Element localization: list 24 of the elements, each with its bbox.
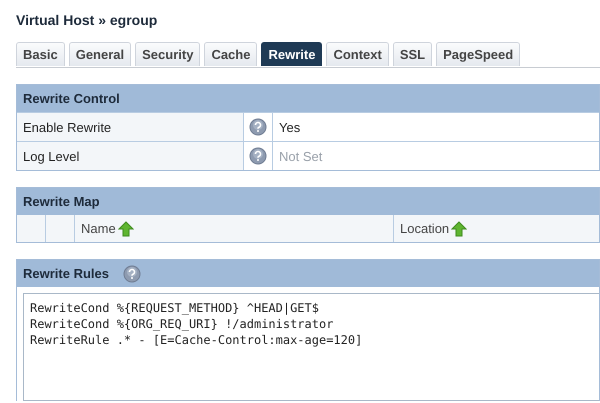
tab[interactable]: Basic — [16, 42, 65, 66]
field-value: Yes — [279, 120, 300, 134]
tab[interactable]: General — [68, 42, 132, 66]
page-title: Virtual Host » egroup — [16, 12, 158, 28]
section-title: Rewrite Control — [23, 91, 120, 106]
tab[interactable]: Context — [326, 42, 389, 66]
tab[interactable]: Cache — [204, 42, 258, 66]
help-icon[interactable] — [249, 118, 267, 136]
rules-text-area[interactable]: RewriteCond %{REQUEST_METHOD} ^HEAD|GET$ RewriteCond %{ORG_REQ_URI} !/administrator RewriteRule .* - [E=Cache-Control:max-age=120] — [23, 293, 599, 401]
tab[interactable]: PageSpeed — [436, 42, 520, 66]
help-icon[interactable] — [249, 147, 267, 165]
section-title: Rewrite Map — [23, 194, 100, 209]
field-value: Not Set — [279, 148, 322, 164]
section-title: Rewrite Rules — [23, 266, 109, 281]
column-header[interactable]: Name — [81, 221, 116, 236]
column-header[interactable]: Location — [400, 221, 450, 236]
field-label: Enable Rewrite — [23, 120, 112, 134]
tab[interactable]: Rewrite — [261, 42, 322, 66]
sort-up-icon[interactable] — [451, 220, 468, 236]
tab[interactable]: SSL — [392, 42, 432, 66]
field-label: Log Level — [23, 148, 80, 164]
help-icon[interactable] — [122, 264, 141, 282]
tab[interactable]: Security — [135, 42, 200, 66]
sort-up-icon[interactable] — [118, 220, 134, 236]
